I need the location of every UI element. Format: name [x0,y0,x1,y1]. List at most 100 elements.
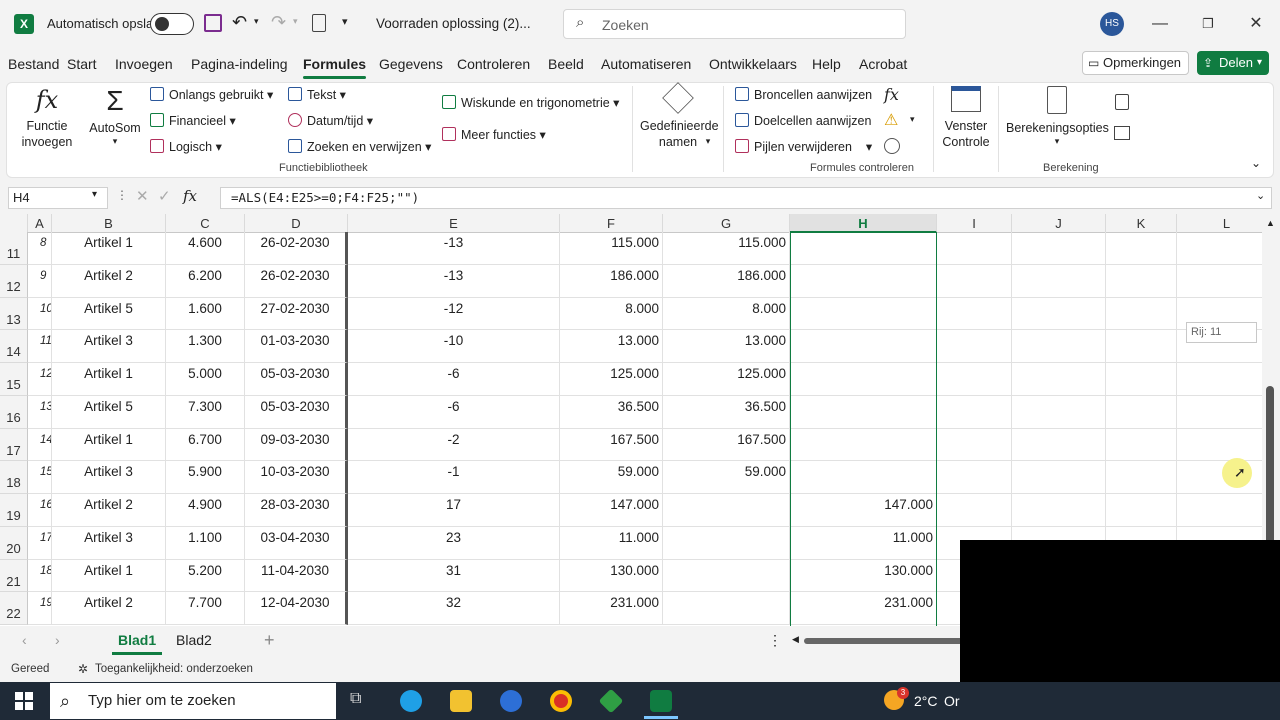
cell-i[interactable] [937,264,1012,298]
cell-e[interactable]: 23 [348,526,560,560]
cell-b[interactable]: Artikel 2 [52,494,166,527]
cell-g[interactable] [663,526,790,560]
column-header-e[interactable]: E [348,214,560,233]
scroll-up-icon[interactable]: ▲ [1266,218,1275,228]
cell-g[interactable] [663,494,790,527]
error-checking-icon[interactable]: ⚠ [884,110,898,130]
save-icon[interactable] [204,14,222,32]
cell-k[interactable] [1106,297,1177,331]
row-header[interactable]: 21 [0,559,28,593]
cell-h[interactable]: 147.000 [790,494,937,527]
show-formulas-icon[interactable]: fx [884,85,899,104]
tab-controleren[interactable]: Controleren [457,56,530,72]
row-header[interactable]: 11 [0,232,28,265]
cell-e[interactable]: -6 [348,363,560,396]
column-header-d[interactable]: D [245,214,348,233]
cell-e[interactable]: -6 [348,395,560,429]
cell-j[interactable] [1012,232,1106,265]
cell-g[interactable] [663,559,790,593]
chrome-icon[interactable] [550,690,572,712]
autosum-button[interactable]: Σ AutoSom ▾ [86,86,144,147]
cell-j[interactable] [1012,330,1106,363]
search-box[interactable]: ⌕ Zoeken [563,9,906,39]
cell-b[interactable]: Artikel 1 [52,363,166,396]
cell-j[interactable] [1012,264,1106,298]
cell-i[interactable] [937,395,1012,429]
row-header[interactable]: 18 [0,461,28,494]
horizontal-scroll-thumb[interactable] [804,638,964,644]
collapse-ribbon-icon[interactable]: ⌄ [1251,156,1261,170]
edge-icon[interactable] [400,690,422,712]
lookup-button[interactable]: Zoeken en verwijzen ▾ [288,139,431,154]
windows-start-icon[interactable] [15,692,33,710]
cell-d[interactable]: 26-02-2030 [245,264,348,298]
cell-f[interactable]: 36.500 [560,395,663,429]
calc-options-dropdown-icon[interactable]: ▾ [1006,136,1108,147]
cell-d[interactable]: 10-03-2030 [245,461,348,494]
avatar[interactable]: HS [1100,12,1124,36]
column-header-a[interactable]: A [28,214,52,233]
cell-b[interactable]: Artikel 3 [52,526,166,560]
excel-taskbar-icon[interactable] [650,690,672,712]
cell-j[interactable] [1012,395,1106,429]
cell-h[interactable] [790,297,937,331]
cell-j[interactable] [1012,297,1106,331]
cell-e[interactable]: -2 [348,428,560,462]
error-checking-dropdown-icon[interactable]: ▾ [910,114,915,125]
cell-d[interactable]: 05-03-2030 [245,363,348,396]
cell-f[interactable]: 167.500 [560,428,663,462]
cancel-icon[interactable]: ✕ [136,187,149,205]
prev-sheet-icon[interactable]: ‹ [22,632,27,648]
cell-i[interactable] [937,494,1012,527]
cell-e[interactable]: 31 [348,559,560,593]
expand-formula-bar-icon[interactable]: ⌄ [1256,189,1265,202]
cell-f[interactable]: 231.000 [560,592,663,625]
cell-h[interactable]: 11.000 [790,526,937,560]
autosave-toggle[interactable] [150,13,194,35]
cell-a[interactable]: 12 [28,363,52,396]
cell-g[interactable]: 59.000 [663,461,790,494]
app-icon[interactable] [500,690,522,712]
math-button[interactable]: Wiskunde en trigonometrie ▾ [442,95,619,110]
cell-h[interactable] [790,232,937,265]
column-header-k[interactable]: K [1106,214,1177,233]
row-header[interactable]: 20 [0,526,28,560]
trace-dependents-button[interactable]: Doelcellen aanwijzen [735,113,871,128]
calc-options-button[interactable]: Berekeningsopties ▾ [1006,86,1109,147]
add-sheet-icon[interactable]: + [264,630,275,651]
sheet-tab-blad1[interactable]: Blad1 [112,632,163,655]
cell-k[interactable] [1106,494,1177,527]
tab-start[interactable]: Start [67,56,97,72]
cell-i[interactable] [937,461,1012,494]
comments-button[interactable]: ▭ Opmerkingen [1082,51,1189,75]
insert-function-button[interactable]: fx Functie invoegen [18,86,76,150]
cell-g[interactable]: 186.000 [663,264,790,298]
cell-e[interactable]: -10 [348,330,560,363]
cell-a[interactable]: 9 [28,264,52,298]
cell-c[interactable]: 1.600 [166,297,245,331]
cell-b[interactable]: Artikel 3 [52,330,166,363]
cell-h[interactable] [790,428,937,462]
cell-h[interactable]: 231.000 [790,592,937,625]
column-header-g[interactable]: G [663,214,790,233]
tab-gegevens[interactable]: Gegevens [379,56,443,72]
text-button[interactable]: Tekst ▾ [288,87,346,102]
cell-a[interactable]: 16 [28,494,52,527]
tab-acrobat[interactable]: Acrobat [859,56,907,72]
cell-l[interactable] [1177,429,1262,462]
cell-h[interactable] [790,330,937,363]
cell-e[interactable]: -1 [348,461,560,494]
redo-icon[interactable]: ↷ [271,12,286,33]
cell-a[interactable]: 15 [28,461,52,494]
file-explorer-icon[interactable] [450,690,472,712]
row-header[interactable]: 13 [0,297,28,331]
cell-e[interactable]: 17 [348,494,560,527]
cell-e[interactable]: 32 [348,592,560,625]
tab-pagina-indeling[interactable]: Pagina-indeling [191,56,288,72]
column-header-i[interactable]: I [937,214,1012,233]
cell-c[interactable]: 5.200 [166,559,245,593]
more-functions-button[interactable]: Meer functies ▾ [442,127,546,142]
cell-b[interactable]: Artikel 1 [52,428,166,462]
cell-e[interactable]: -13 [348,232,560,265]
cell-i[interactable] [937,363,1012,396]
